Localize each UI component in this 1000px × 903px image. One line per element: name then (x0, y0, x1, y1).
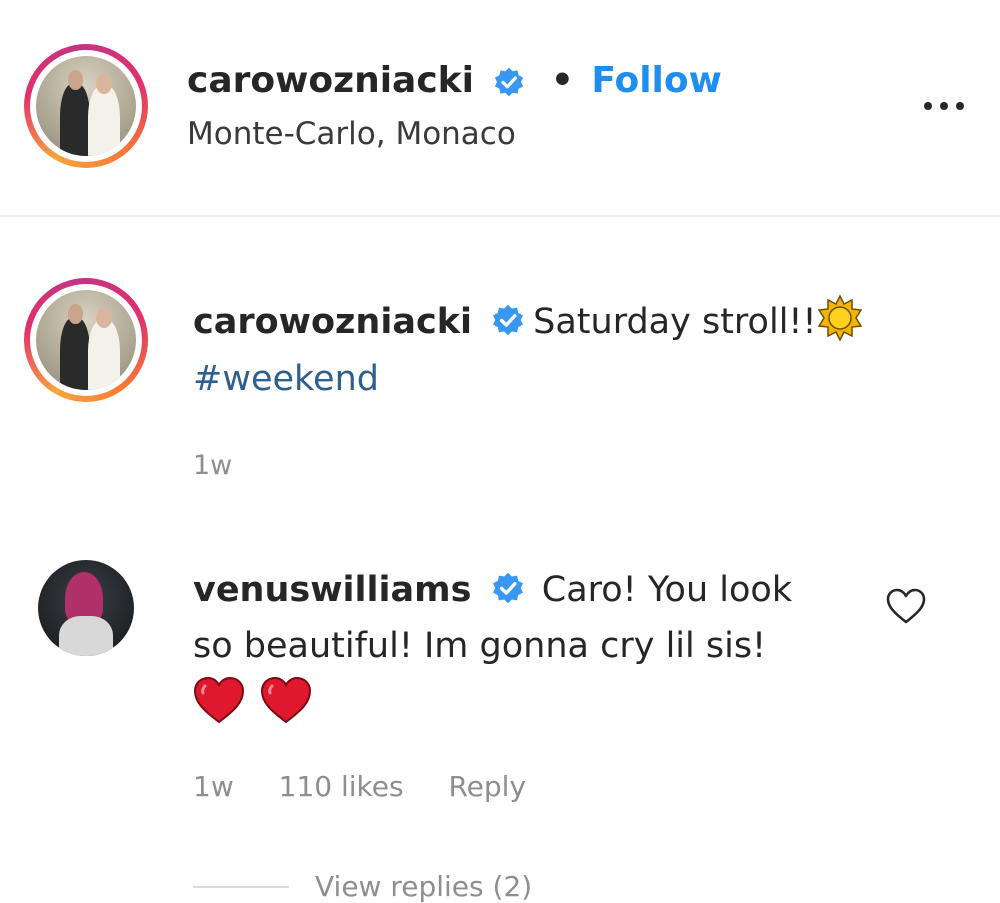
avatar-figure (59, 615, 113, 656)
comment-username[interactable]: venuswilliams (193, 570, 471, 610)
more-dot (956, 102, 964, 110)
follow-button[interactable]: Follow (591, 60, 722, 101)
verified-badge-icon (492, 572, 523, 604)
avatar-figure (88, 307, 120, 390)
heart-emojis (193, 676, 833, 741)
sun-emoji-icon (818, 294, 863, 342)
caption-hashtag[interactable]: #weekend (193, 359, 379, 399)
comment-timestamp[interactable]: 1w (193, 770, 234, 803)
verified-badge-icon (495, 67, 524, 97)
view-replies-button[interactable]: View replies (2) (315, 870, 532, 903)
caption-avatar[interactable] (24, 278, 148, 402)
red-heart-emoji-icon (193, 676, 245, 724)
header-username[interactable]: carowozniacki (187, 60, 474, 101)
verified-badge-icon (493, 304, 524, 336)
avatar-figure (60, 69, 90, 156)
avatar-figure (60, 303, 90, 390)
comment-likes-count[interactable]: 110 likes (279, 770, 404, 803)
comment-body: venuswilliams Caro! You look so beautifu… (193, 562, 833, 741)
caption-timestamp[interactable]: 1w (193, 450, 232, 481)
red-heart-emoji-icon (261, 676, 312, 724)
separator-dot: • (550, 60, 574, 101)
more-dot (924, 102, 932, 110)
avatar-photo (36, 290, 136, 390)
header-divider (0, 215, 1000, 217)
reply-button[interactable]: Reply (448, 770, 526, 803)
caption-text: Saturday stroll!! (533, 302, 817, 342)
header-avatar[interactable] (24, 44, 148, 168)
post-caption: carowozniacki Saturday stroll!! #weekend (193, 294, 933, 406)
comment-like-heart-icon[interactable] (884, 586, 928, 626)
comment-avatar[interactable] (38, 560, 134, 656)
post-location[interactable]: Monte-Carlo, Monaco (187, 116, 516, 152)
post-header-user: carowozniacki • Follow (187, 58, 722, 104)
comment-meta: 1w 110 likes Reply (193, 770, 562, 803)
more-options-button[interactable] (918, 88, 970, 124)
view-replies-line (193, 886, 289, 888)
caption-username[interactable]: carowozniacki (193, 302, 472, 342)
avatar-figure (88, 73, 120, 156)
more-dot (940, 102, 948, 110)
avatar-photo (36, 56, 136, 156)
